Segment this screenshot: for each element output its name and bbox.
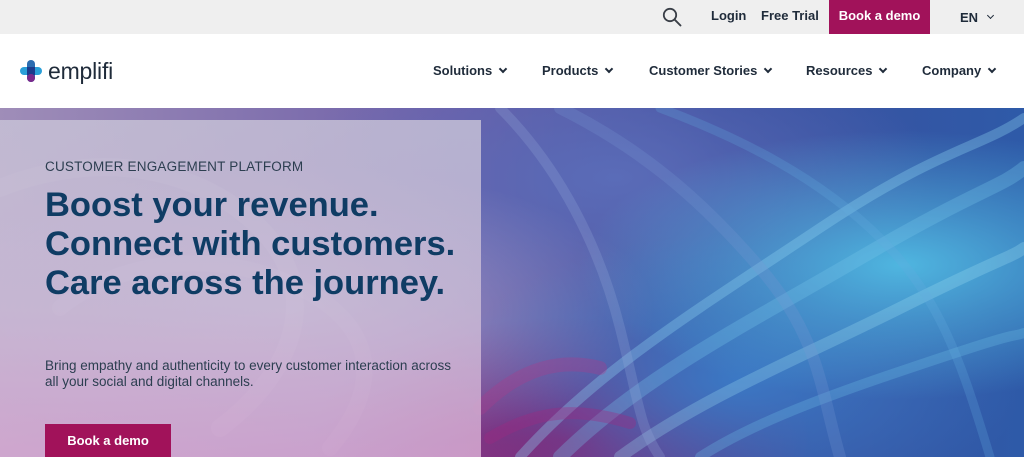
- nav-item-label: Solutions: [433, 63, 493, 78]
- emplifi-logo-icon: [20, 60, 42, 82]
- nav-item-company[interactable]: Company: [922, 34, 997, 108]
- login-link[interactable]: Login: [711, 0, 746, 34]
- nav-item-label: Products: [542, 63, 599, 78]
- logo-text: emplifi: [48, 57, 114, 84]
- chevron-down-icon: [498, 64, 508, 74]
- hero-headline: Boost your revenue. Connect with custome…: [45, 186, 456, 302]
- utility-bar: Login Free Trial Book a demo EN: [0, 0, 1024, 34]
- nav-item-label: Resources: [806, 63, 873, 78]
- search-icon[interactable]: [660, 5, 684, 29]
- hero-subtext: Bring empathy and authenticity to every …: [45, 358, 451, 389]
- nav-item-customer-stories[interactable]: Customer Stories: [649, 34, 773, 108]
- hero-section: CUSTOMER ENGAGEMENT PLATFORM Boost your …: [0, 108, 1024, 457]
- hero-content-panel: CUSTOMER ENGAGEMENT PLATFORM Boost your …: [0, 120, 481, 457]
- book-demo-button-top[interactable]: Book a demo: [829, 0, 930, 34]
- chevron-down-icon: [987, 64, 997, 74]
- book-demo-button-hero[interactable]: Book a demo: [45, 424, 171, 457]
- chevron-down-icon: [987, 11, 995, 19]
- chevron-down-icon: [879, 64, 888, 74]
- nav-item-label: Company: [922, 63, 982, 78]
- chevron-down-icon: [764, 64, 773, 74]
- free-trial-link[interactable]: Free Trial: [761, 0, 819, 34]
- language-selector[interactable]: EN: [960, 0, 995, 34]
- chevron-down-icon: [605, 64, 614, 74]
- hero-eyebrow: CUSTOMER ENGAGEMENT PLATFORM: [45, 159, 304, 174]
- logo[interactable]: emplifi: [20, 56, 113, 86]
- main-navigation: emplifi Solutions Products Customer Stor…: [0, 34, 1024, 108]
- nav-item-resources[interactable]: Resources: [806, 34, 888, 108]
- language-label: EN: [960, 9, 979, 25]
- nav-item-solutions[interactable]: Solutions: [433, 34, 508, 108]
- nav-item-label: Customer Stories: [649, 63, 758, 78]
- nav-item-products[interactable]: Products: [542, 34, 614, 108]
